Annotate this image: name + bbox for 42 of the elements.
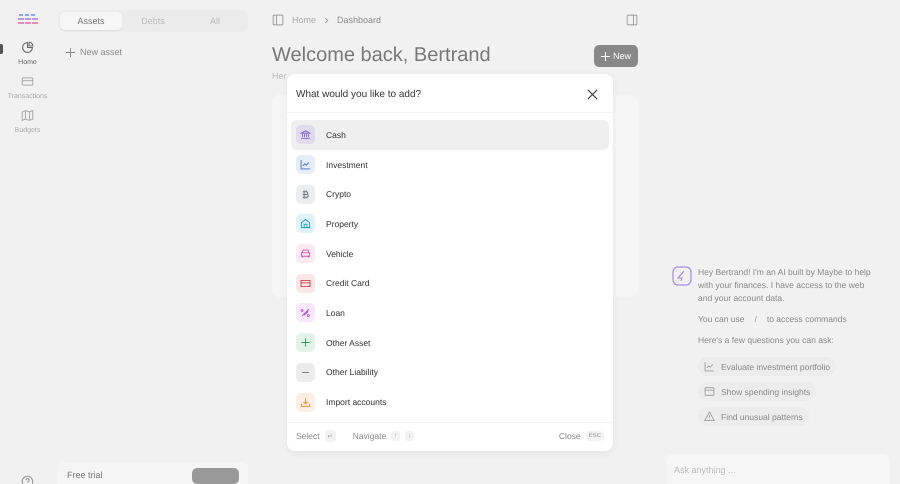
card-icon — [21, 75, 34, 88]
option-item[interactable]: Loan — [291, 298, 609, 328]
pie-chart-icon — [21, 41, 34, 54]
close-icon[interactable] — [587, 89, 598, 100]
warning-icon — [704, 411, 715, 422]
assistant-avatar-icon — [672, 266, 692, 286]
option-item[interactable]: Credit Card — [291, 268, 609, 298]
new-button[interactable]: New — [594, 45, 638, 67]
questions-label: Here's a few questions you can ask: — [698, 334, 834, 347]
option-item[interactable]: Import accounts — [291, 387, 609, 417]
option-item[interactable]: Other Liability — [291, 358, 609, 388]
page-title: Welcome back, Bertrand — [272, 44, 491, 67]
close-hint: Close — [558, 430, 581, 441]
plus-icon — [66, 48, 75, 56]
new-asset-button[interactable]: New asset — [58, 47, 130, 57]
dialog-title: What would you like to add? — [296, 89, 422, 100]
assistant-message: Hey Bertrand! I'm an AI built by Maybe to help with your finances. I have access to the web and your account data. — [698, 266, 872, 304]
wallet-icon — [704, 386, 715, 397]
chevron-icon — [324, 16, 330, 24]
suggestion-chip[interactable]: Find unusual patterns — [698, 407, 809, 426]
option-item[interactable]: Property — [291, 209, 609, 239]
map-icon — [21, 109, 34, 122]
commands-hint: You can use — [698, 314, 744, 324]
panel-toggle-icon[interactable] — [626, 14, 638, 26]
logo-icon — [18, 14, 38, 26]
chart-icon — [704, 361, 715, 372]
option-item[interactable]: Vehicle — [291, 238, 609, 268]
suggestion-chip[interactable]: Show spending insights — [698, 382, 816, 401]
navigate-hint: Navigate — [352, 430, 386, 441]
option-item[interactable]: Crypto — [291, 179, 609, 210]
trial-label: Free trial — [67, 470, 103, 480]
commands-hint: to access commands — [766, 314, 847, 324]
option-item[interactable]: Cash — [291, 120, 609, 150]
sidebar-toggle-icon[interactable] — [272, 14, 284, 26]
suggestion-chip[interactable]: Evaluate investment portfolio — [698, 357, 836, 376]
tab[interactable]: Assets — [60, 12, 122, 30]
option-item[interactable]: Investment — [291, 150, 609, 180]
chat-input-field[interactable]: Ask anything ... — [667, 454, 890, 484]
plus-icon — [600, 52, 610, 60]
option-item[interactable]: Other Asset — [291, 328, 609, 358]
select-hint: Select — [296, 430, 320, 441]
breadcrumb-link[interactable]: Dashboard — [337, 15, 382, 25]
